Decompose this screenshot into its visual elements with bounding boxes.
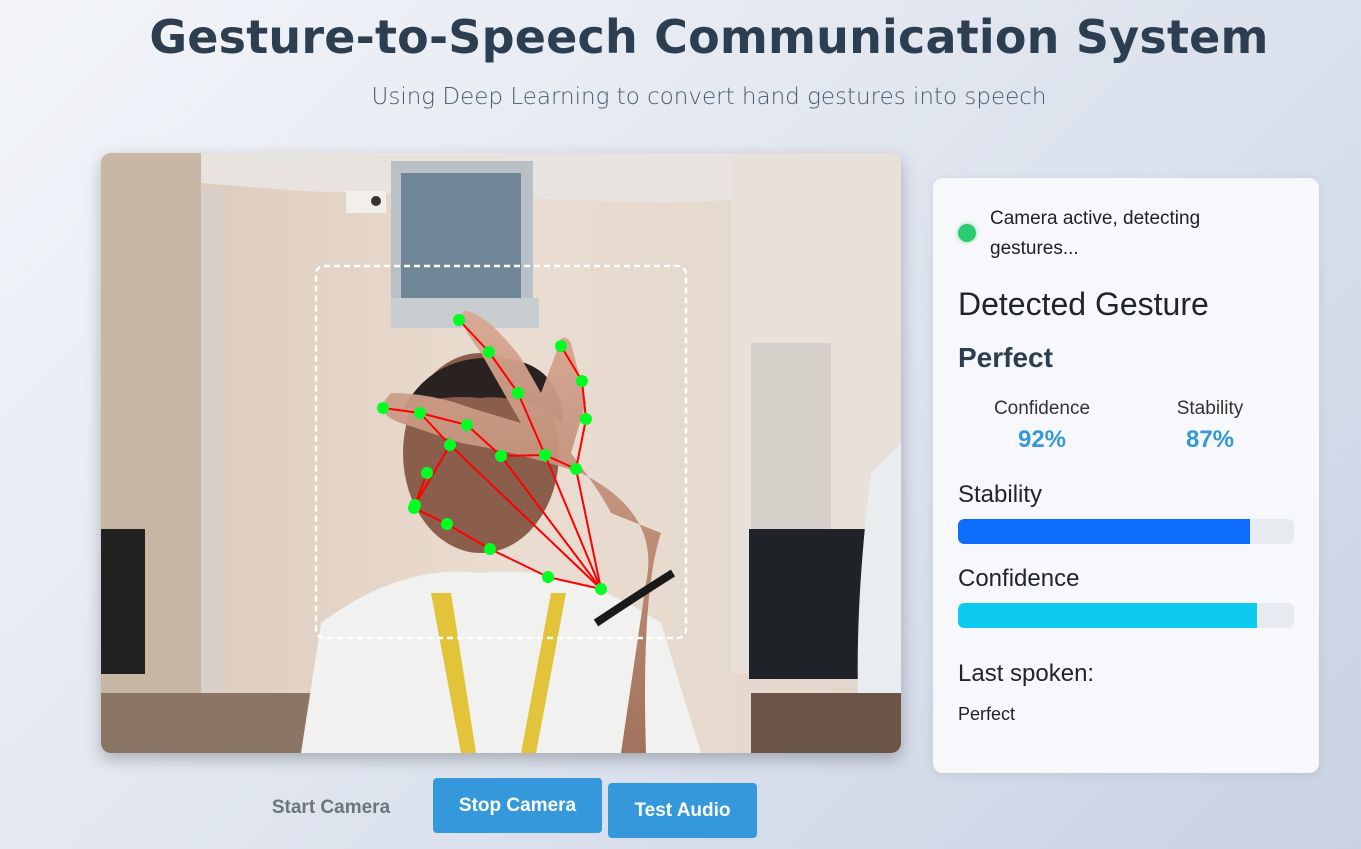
camera-feed (101, 153, 901, 753)
landmark-point (461, 419, 473, 431)
landmark-point (409, 499, 421, 511)
metric-label: Stability (1176, 398, 1244, 419)
landmark-point (576, 375, 588, 387)
stability-bar (958, 519, 1294, 544)
landmark-point (595, 583, 607, 595)
camera-frame (101, 153, 901, 753)
confidence-metric: Confidence 92% (957, 398, 1127, 454)
last-spoken-value: Perfect (958, 704, 1016, 724)
landmark-point (444, 439, 456, 451)
landmark-point (570, 463, 582, 475)
landmark-point (580, 413, 592, 425)
detected-gesture-heading: Detected Gesture (958, 286, 1209, 322)
landmark-point (421, 467, 433, 479)
landmark-point (539, 449, 551, 461)
confidence-bar (958, 603, 1294, 628)
stability-metric: Stability 87% (1125, 398, 1295, 454)
landmark-point (542, 571, 554, 583)
status-row: Camera active, detecting gestures... (958, 204, 1258, 264)
metric-value: 87% (1185, 426, 1235, 453)
confidence-bar-fill (958, 603, 1258, 628)
test-audio-button[interactable]: Test Audio (608, 783, 757, 838)
page-title: Gesture-to-Speech Communication System (149, 10, 1269, 64)
status-text: Camera active, detecting gestures... (990, 208, 1201, 259)
metric-label: Confidence (993, 398, 1091, 419)
confidence-bar-label: Confidence (958, 565, 1080, 592)
detected-gesture-name: Perfect (958, 342, 1053, 373)
last-spoken-label: Last spoken: (958, 660, 1095, 687)
page-subtitle: Using Deep Learning to convert hand gest… (371, 84, 1047, 110)
start-camera-button[interactable]: Start Camera (252, 786, 410, 830)
landmark-point (377, 402, 389, 414)
landmark-point (453, 314, 465, 326)
landmark-point (441, 518, 453, 530)
status-indicator-icon (958, 224, 976, 242)
landmark-point (483, 346, 495, 358)
landmark-point (414, 407, 426, 419)
landmark-point (495, 450, 507, 462)
stability-bar-label: Stability (958, 481, 1043, 508)
landmark-point (484, 543, 496, 555)
stop-camera-button[interactable]: Stop Camera (433, 778, 602, 833)
landmark-point (555, 340, 567, 352)
landmark-point (512, 387, 524, 399)
skeleton-link (500, 454, 546, 457)
detection-panel: Camera active, detecting gestures... Det… (933, 178, 1319, 773)
stability-bar-fill (958, 519, 1251, 544)
metric-value: 92% (1017, 426, 1067, 453)
